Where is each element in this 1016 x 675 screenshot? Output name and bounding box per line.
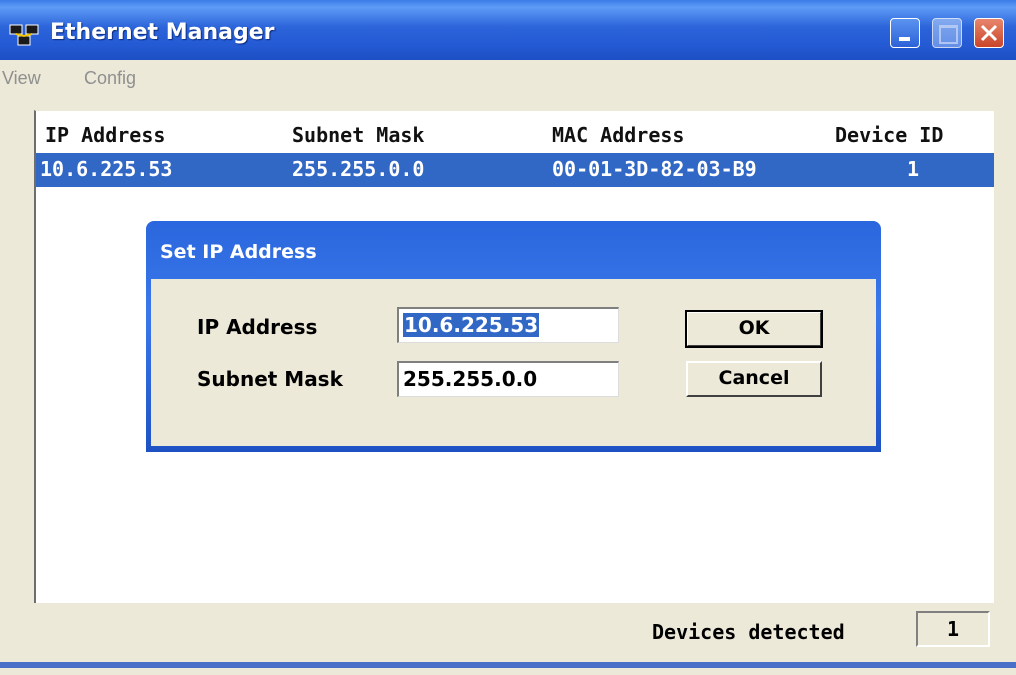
set-ip-address-dialog: Set IP Address IP Address 10.6.225.53 Su… [146,221,881,452]
menu-config[interactable]: Config [84,68,136,89]
maximize-icon [939,25,958,44]
dialog-body: IP Address 10.6.225.53 Subnet Mask 255.2… [151,279,876,446]
column-header-device-id[interactable]: Device ID [835,123,943,147]
devices-detected-count: 1 [916,611,990,647]
cell-mac-address: 00-01-3D-82-03-B9 [552,157,757,181]
column-header-ip-address[interactable]: IP Address [45,123,165,147]
subnet-mask-label: Subnet Mask [197,367,343,391]
devices-detected-label: Devices detected [652,620,845,644]
network-devices-icon [8,22,42,48]
subnet-mask-value: 255.255.0.0 [403,367,538,391]
cell-device-id: 1 [907,157,920,181]
close-button[interactable] [974,18,1004,48]
title-bar[interactable]: Ethernet Manager [0,0,1016,60]
menu-bar: View Config [0,60,1016,96]
ip-address-field[interactable]: 10.6.225.53 [397,307,619,343]
window-title: Ethernet Manager [50,20,275,45]
minimize-button[interactable] [890,18,920,48]
table-row[interactable]: 10.6.225.53 255.255.0.0 00-01-3D-82-03-B… [36,153,994,187]
minimize-icon [899,37,910,41]
ip-address-label: IP Address [197,315,318,339]
menu-view[interactable]: View [2,68,41,89]
dialog-title: Set IP Address [160,241,317,263]
maximize-button[interactable] [932,18,962,48]
window-bottom-border [0,662,1016,668]
ok-button[interactable]: OK [685,310,823,348]
close-icon [980,24,998,42]
subnet-mask-field[interactable]: 255.255.0.0 [397,361,619,397]
ip-address-value: 10.6.225.53 [403,313,540,337]
cell-subnet-mask: 255.255.0.0 [292,157,425,181]
column-header-subnet-mask[interactable]: Subnet Mask [292,123,424,147]
cell-ip-address: 10.6.225.53 [40,157,173,181]
cancel-button[interactable]: Cancel [686,361,822,397]
column-header-mac-address[interactable]: MAC Address [552,123,684,147]
ethernet-manager-window: Ethernet Manager View Config IP Address … [0,0,1016,675]
